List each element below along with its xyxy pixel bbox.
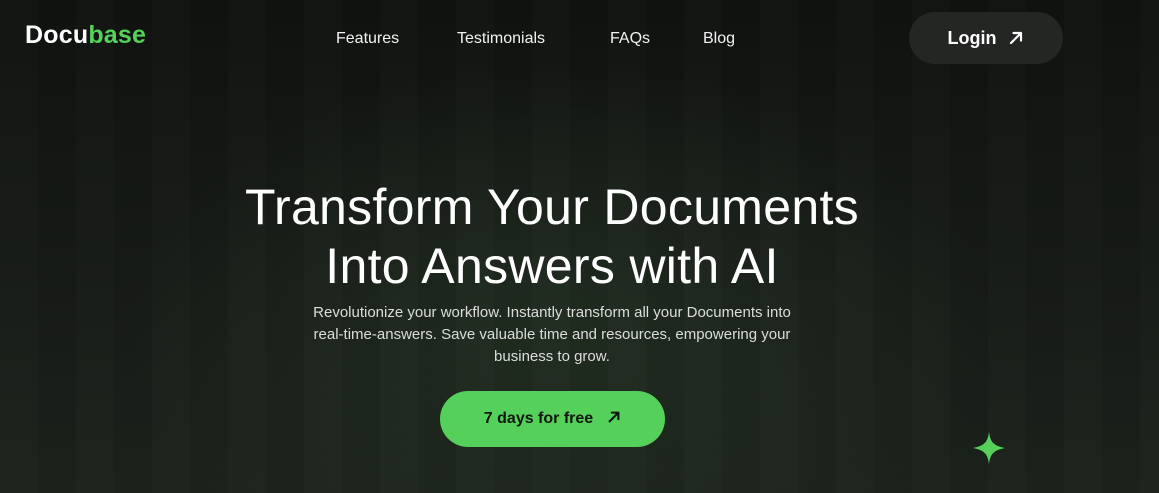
login-button-label: Login bbox=[947, 27, 997, 48]
nav-item-testimonials[interactable]: Testimonials bbox=[457, 28, 545, 50]
nav-item-blog[interactable]: Blog bbox=[703, 28, 735, 50]
sparkle-star-icon bbox=[971, 430, 1007, 466]
free-trial-button-label: 7 days for free bbox=[483, 410, 594, 427]
hero-subtitle: Revolutionize your workflow. Instantly t… bbox=[313, 304, 791, 365]
login-button[interactable]: Login bbox=[909, 12, 1063, 64]
free-trial-button[interactable]: 7 days for free bbox=[440, 391, 665, 447]
hero-title: Transform Your Documents Into Answers wi… bbox=[0, 178, 1104, 296]
hero-title-line1: Transform Your Documents bbox=[245, 178, 859, 235]
arrow-up-right-icon bbox=[1008, 30, 1024, 46]
nav-item-features[interactable]: Features bbox=[336, 28, 399, 50]
hero-title-line2: Into Answers with AI bbox=[325, 237, 779, 294]
nav-item-faqs[interactable]: FAQs bbox=[610, 28, 650, 50]
arrow-up-right-icon bbox=[607, 410, 621, 429]
